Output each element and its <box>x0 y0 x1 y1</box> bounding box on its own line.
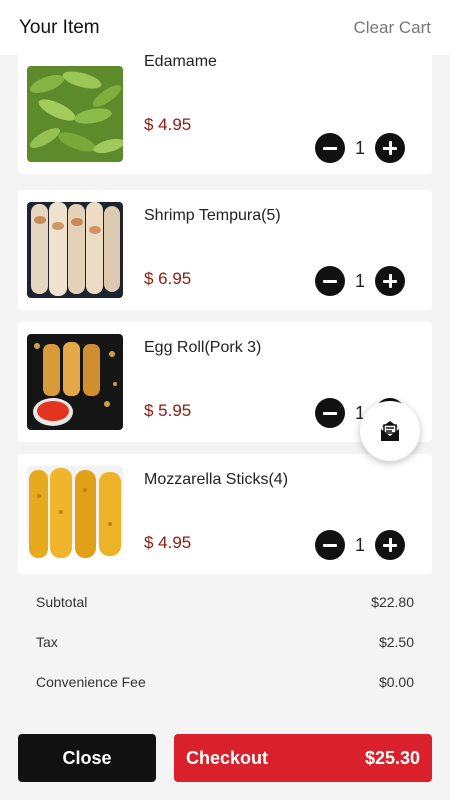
quantity-stepper: 1 <box>315 530 405 560</box>
decrease-quantity-button[interactable] <box>315 133 345 163</box>
quantity-value: 1 <box>354 534 365 555</box>
item-price: $ 6.95 <box>144 269 192 288</box>
increase-quantity-button[interactable] <box>375 133 405 163</box>
quantity-stepper: 1 <box>315 266 405 296</box>
shrimp-tempura-photo <box>27 202 123 298</box>
message-icon <box>381 421 399 441</box>
tax-label: Tax <box>36 634 58 650</box>
close-button[interactable]: Close <box>18 734 156 782</box>
footer-actions: Close Checkout $25.30 <box>0 734 450 782</box>
edamame-photo <box>27 66 123 162</box>
quantity-value: 1 <box>354 137 365 158</box>
header-bar: Your Item Clear Cart <box>0 0 450 55</box>
quantity-stepper: 1 <box>315 133 405 163</box>
checkout-button[interactable]: Checkout $25.30 <box>174 734 432 782</box>
message-button[interactable] <box>360 401 420 461</box>
increase-quantity-button[interactable] <box>375 530 405 560</box>
checkout-button-label: Checkout <box>186 747 269 768</box>
item-name: Shrimp Tempura(5) <box>144 207 281 224</box>
item-price: $ 5.95 <box>144 401 192 420</box>
decrease-quantity-button[interactable] <box>315 398 345 428</box>
close-button-label: Close <box>62 747 112 768</box>
cart-item-mozzarella-sticks: Mozzarella Sticks(4) $ 4.95 1 <box>18 454 432 574</box>
subtotal-value: $22.80 <box>371 594 414 610</box>
quantity-value: 1 <box>354 270 365 291</box>
convenience-fee-value: $0.00 <box>378 674 414 690</box>
subtotal-label: Subtotal <box>36 594 88 610</box>
mozzarella-sticks-photo <box>27 466 123 562</box>
subtotal-row: Subtotal $22.80 <box>36 594 414 610</box>
convenience-fee-row: Convenience Fee $0.00 <box>36 674 414 690</box>
item-price: $ 4.95 <box>144 115 192 134</box>
decrease-quantity-button[interactable] <box>315 530 345 560</box>
cart-item-list[interactable]: Edamame $ 4.95 1 Shrimp Tempura(5) $ 6.9… <box>0 55 450 580</box>
checkout-total: $25.30 <box>364 747 420 768</box>
item-price: $ 4.95 <box>144 533 192 552</box>
clear-cart-button[interactable]: Clear Cart <box>354 18 431 38</box>
item-name: Egg Roll(Pork 3) <box>144 339 262 356</box>
egg-roll-photo <box>27 334 123 430</box>
cart-item-edamame: Edamame $ 4.95 1 <box>18 55 432 174</box>
decrease-quantity-button[interactable] <box>315 266 345 296</box>
tax-row: Tax $2.50 <box>36 634 414 650</box>
tax-value: $2.50 <box>378 634 414 650</box>
item-name: Mozzarella Sticks(4) <box>144 471 289 488</box>
cart-item-shrimp-tempura: Shrimp Tempura(5) $ 6.95 1 <box>18 190 432 310</box>
page-title: Your Item <box>19 16 100 38</box>
item-name: Edamame <box>144 55 217 70</box>
convenience-fee-label: Convenience Fee <box>36 674 146 690</box>
increase-quantity-button[interactable] <box>375 266 405 296</box>
